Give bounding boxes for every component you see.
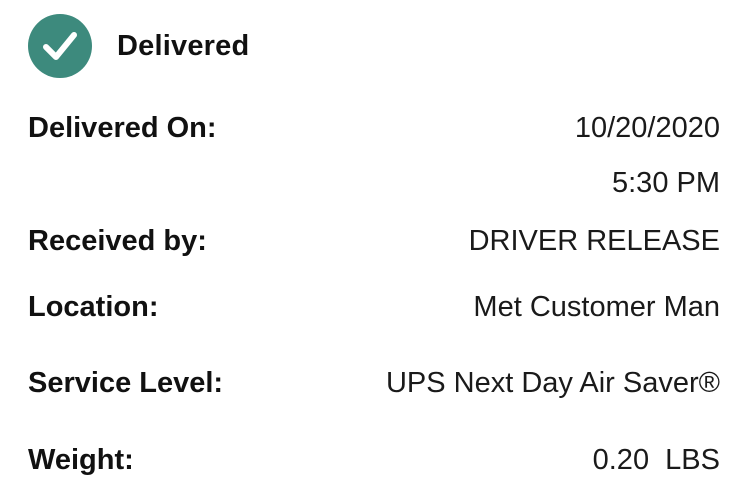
delivered-on-label: Delivered On: (28, 112, 217, 144)
received-by-value: DRIVER RELEASE (468, 225, 720, 257)
service-level-label: Service Level: (28, 367, 224, 399)
delivered-on-time: 5:30 PM (612, 167, 720, 199)
received-by-row: Received by: DRIVER RELEASE (28, 221, 720, 261)
location-row: Location: Met Customer Man (28, 287, 720, 327)
location-value: Met Customer Man (473, 291, 720, 323)
delivered-on-date: 10/20/2020 (574, 112, 720, 144)
delivery-status: Delivered (28, 14, 249, 78)
status-label: Delivered (117, 29, 250, 62)
service-level-row: Service Level: UPS Next Day Air Saver® (28, 363, 720, 403)
weight-value: 0.20 LBS (592, 444, 720, 476)
checkmark-circle-icon (28, 14, 92, 78)
received-by-label: Received by: (28, 225, 207, 257)
service-level-value: UPS Next Day Air Saver® (385, 367, 720, 399)
delivered-on-row: Delivered On: 10/20/2020 5:30 PM (28, 108, 720, 199)
location-label: Location: (28, 291, 159, 323)
weight-label: Weight: (28, 444, 134, 476)
weight-row: Weight: 0.20 LBS (28, 440, 720, 480)
